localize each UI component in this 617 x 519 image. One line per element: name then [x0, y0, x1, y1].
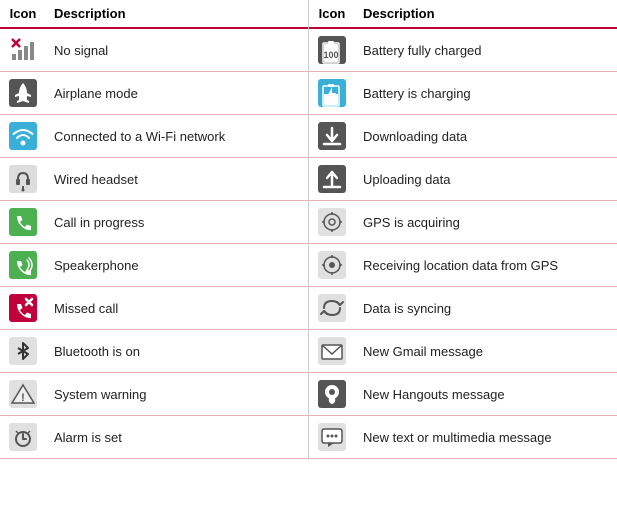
call-icon: [0, 201, 46, 244]
table-row: Uploading data: [309, 158, 617, 201]
description-cell: GPS is acquiring: [355, 201, 617, 244]
headset-icon: [0, 158, 46, 201]
bluetooth-icon: [0, 330, 46, 373]
svg-text:!: !: [21, 392, 25, 404]
table-row: New text or multimedia message: [309, 416, 617, 459]
right-icon-header: Icon: [309, 0, 355, 28]
table-row: ! System warning: [0, 373, 308, 416]
table-row: Downloading data: [309, 115, 617, 158]
description-cell: Airplane mode: [46, 72, 308, 115]
battery-charging-icon: [309, 72, 355, 115]
description-cell: Alarm is set: [46, 416, 308, 459]
sms-icon: [309, 416, 355, 459]
gps-acquiring-icon: [309, 201, 355, 244]
warning-icon: !: [0, 373, 46, 416]
description-cell: No signal: [46, 28, 308, 72]
description-cell: Bluetooth is on: [46, 330, 308, 373]
table-row: Wired headset: [0, 158, 308, 201]
sync-icon: [309, 287, 355, 330]
table-row: Data is syncing: [309, 287, 617, 330]
description-cell: Uploading data: [355, 158, 617, 201]
table-row: Alarm is set: [0, 416, 308, 459]
missed-call-icon: [0, 287, 46, 330]
description-cell: Downloading data: [355, 115, 617, 158]
table-row: Bluetooth is on: [0, 330, 308, 373]
description-cell: New Hangouts message: [355, 373, 617, 416]
hangouts-icon: [309, 373, 355, 416]
table-row: 100 Battery fully charged: [309, 28, 617, 72]
table-row: New Gmail message: [309, 330, 617, 373]
description-cell: Receiving location data from GPS: [355, 244, 617, 287]
icon-table: Icon Description No signal Airplane mode…: [0, 0, 617, 459]
upload-icon: [309, 158, 355, 201]
table-row: Receiving location data from GPS: [309, 244, 617, 287]
description-cell: Wired headset: [46, 158, 308, 201]
table-row: New Hangouts message: [309, 373, 617, 416]
table-row: Missed call: [0, 287, 308, 330]
left-column: Icon Description No signal Airplane mode…: [0, 0, 308, 459]
right-column: Icon Description 100 Battery fully charg…: [309, 0, 617, 459]
description-cell: Missed call: [46, 287, 308, 330]
table-row: Call in progress: [0, 201, 308, 244]
table-row: Battery is charging: [309, 72, 617, 115]
table-row: Connected to a Wi-Fi network: [0, 115, 308, 158]
table-row: Speakerphone: [0, 244, 308, 287]
description-cell: Battery is charging: [355, 72, 617, 115]
table-row: GPS is acquiring: [309, 201, 617, 244]
table-row: Airplane mode: [0, 72, 308, 115]
left-desc-header: Description: [46, 0, 308, 28]
description-cell: Speakerphone: [46, 244, 308, 287]
table-row: No signal: [0, 28, 308, 72]
description-cell: System warning: [46, 373, 308, 416]
download-icon: [309, 115, 355, 158]
airplane-icon: [0, 72, 46, 115]
description-cell: Data is syncing: [355, 287, 617, 330]
description-cell: Connected to a Wi-Fi network: [46, 115, 308, 158]
gps-receiving-icon: [309, 244, 355, 287]
battery-full-icon: 100: [309, 28, 355, 72]
description-cell: New text or multimedia message: [355, 416, 617, 459]
speakerphone-icon: [0, 244, 46, 287]
description-cell: New Gmail message: [355, 330, 617, 373]
svg-text:100: 100: [323, 50, 338, 60]
right-desc-header: Description: [355, 0, 617, 28]
left-icon-header: Icon: [0, 0, 46, 28]
alarm-icon: [0, 416, 46, 459]
description-cell: Call in progress: [46, 201, 308, 244]
description-cell: Battery fully charged: [355, 28, 617, 72]
wifi-icon: [0, 115, 46, 158]
no-signal-icon: [0, 28, 46, 72]
gmail-icon: [309, 330, 355, 373]
